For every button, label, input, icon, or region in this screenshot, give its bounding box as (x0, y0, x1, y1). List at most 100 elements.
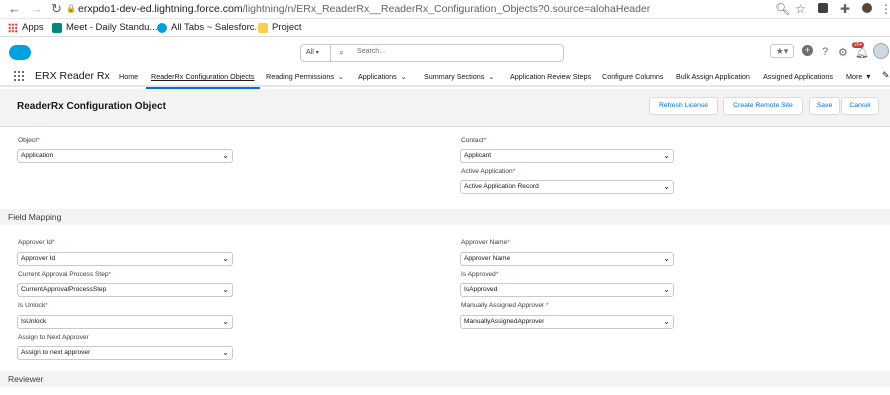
label-text: Approver Name (461, 239, 508, 246)
salesforce-logo-icon[interactable] (9, 45, 31, 60)
is-unlock-label: Is Unlock* (18, 302, 48, 309)
tab-label: Reading Permissions (266, 72, 334, 81)
chevron-down-icon[interactable]: ⌄ (488, 74, 494, 81)
favorites-icon[interactable]: ★▾ (770, 44, 794, 58)
zoom-icon[interactable]: 🔍︎ (775, 2, 790, 16)
chevron-down-icon[interactable]: ⌄ (401, 74, 407, 81)
select-value: Active Application Record (464, 183, 539, 190)
bookmarks-bar: Apps Meet - Daily Standu... All Tabs ~ S… (0, 19, 890, 37)
caret-down-icon: ▾ (866, 72, 871, 81)
url-path: /lightning/n/ERx_ReaderRx__ReaderRx_Conf… (242, 3, 651, 15)
bookmark-label: Apps (22, 22, 44, 33)
contact-select[interactable]: Applicant ⌄ (460, 149, 674, 163)
is-approved-select[interactable]: IsApproved ⌄ (460, 283, 674, 297)
label-text: Assign to Next Approver (18, 334, 89, 341)
tab-readerrx-configuration-objects[interactable]: ReaderRx Configuration Objects (151, 72, 254, 81)
chevron-down-icon: ⌄ (222, 348, 229, 357)
assign-next-approver-select[interactable]: Assign to next approver ⌄ (17, 346, 233, 360)
assign-next-approver-label: Assign to Next Approver (18, 334, 89, 341)
current-approval-step-select[interactable]: CurrentApprovalProcessStep ⌄ (17, 283, 233, 297)
salesforce-icon (157, 22, 167, 33)
tab-summary-sections[interactable]: Summary Sections ⌄ (424, 72, 494, 81)
select-value: Approver Id (21, 255, 56, 262)
label-text: Active Application (461, 168, 513, 175)
tab-configure-columns[interactable]: Configure Columns (602, 72, 664, 81)
tab-home[interactable]: Home (119, 72, 138, 81)
object-select[interactable]: Application ⌄ (17, 149, 233, 163)
browser-address-bar: ← → ↻ 🔒 erxpdo1-dev-ed.lightning.force.c… (0, 0, 890, 19)
cancel-button[interactable]: Cancel (841, 97, 879, 115)
section-title: Reviewer (8, 374, 44, 384)
active-application-label: Active Application* (461, 168, 516, 175)
approver-id-select[interactable]: Approver Id ⌄ (17, 252, 233, 266)
label-text: Is Unlock (18, 302, 46, 309)
menu-icon[interactable]: ⋮ (880, 2, 890, 16)
help-icon[interactable]: ? (822, 46, 828, 58)
forward-icon[interactable]: → (30, 1, 43, 16)
select-value: Approver Name (464, 255, 511, 262)
notification-badge: 20+ (852, 42, 865, 48)
profile-avatar-icon[interactable] (862, 3, 872, 13)
tab-reading-permissions[interactable]: Reading Permissions ⌄ (266, 72, 344, 81)
reviewer-section-header: Reviewer (0, 371, 890, 387)
apps-grid-icon (8, 22, 18, 33)
chevron-down-icon: ⌄ (222, 285, 229, 294)
tab-assigned-applications[interactable]: Assigned Applications (763, 72, 833, 81)
tab-applications[interactable]: Applications ⌄ (358, 72, 407, 81)
tab-bulk-assign-application[interactable]: Bulk Assign Application (676, 72, 750, 81)
chevron-down-icon: ⌄ (663, 254, 670, 263)
label-text: Object (18, 137, 38, 144)
label-text: Is Approved (461, 271, 496, 278)
bookmark-label: All Tabs ~ Salesforc... (171, 22, 263, 33)
search-scope-select[interactable]: All ▾ (301, 45, 331, 61)
select-value: Assign to next approver (21, 349, 91, 356)
create-remote-site-button[interactable]: Create Remote Site (723, 97, 803, 115)
app-launcher-icon[interactable] (13, 70, 24, 81)
gear-icon[interactable]: ⚙ (838, 46, 848, 59)
global-search[interactable]: All ▾ ⌕ Search... (300, 44, 564, 62)
chevron-down-icon: ⌄ (222, 254, 229, 263)
manually-assigned-approver-select[interactable]: ManuallyAssignedApprover ⌄ (460, 315, 674, 329)
chevron-down-icon: ⌄ (663, 317, 670, 326)
chevron-down-icon: ⌄ (663, 285, 670, 294)
field-mapping-section-header: Field Mapping (0, 209, 890, 225)
page-header: ReaderRx Configuration Object Refresh Li… (0, 89, 890, 127)
page-title: ReaderRx Configuration Object (17, 101, 166, 112)
search-input[interactable]: Search... (357, 48, 385, 55)
puzzle-icon[interactable]: ✚ (840, 2, 850, 16)
bookmark-all-tabs[interactable]: All Tabs ~ Salesforc... (157, 22, 262, 33)
bookmark-meet[interactable]: Meet - Daily Standu... (52, 22, 157, 33)
tab-application-review-steps[interactable]: Application Review Steps (510, 72, 591, 81)
approver-name-label: Approver Name* (461, 239, 510, 246)
approver-name-select[interactable]: Approver Name ⌄ (460, 252, 674, 266)
select-value: Applicant (464, 152, 492, 159)
app-name: ERX Reader Rx (35, 70, 110, 82)
select-value: IsApproved (464, 286, 498, 293)
chevron-down-icon: ⌄ (222, 151, 229, 160)
tab-more[interactable]: More ▾ (846, 72, 870, 81)
back-icon[interactable]: ← (8, 1, 21, 16)
refresh-license-button[interactable]: Refresh License (649, 97, 718, 115)
is-unlock-select[interactable]: IsUnlock ⌄ (17, 315, 233, 329)
select-value: Application (21, 152, 54, 159)
add-icon[interactable]: + (802, 45, 813, 56)
bookmark-apps[interactable]: Apps (8, 22, 44, 33)
select-value: IsUnlock (21, 318, 47, 325)
url-field[interactable]: erxpdo1-dev-ed.lightning.force.com/light… (78, 3, 650, 15)
chevron-down-icon[interactable]: ⌄ (338, 74, 344, 81)
select-value: CurrentApprovalProcessStep (21, 286, 107, 293)
star-icon[interactable]: ☆ (795, 2, 806, 16)
tab-label: More (846, 72, 863, 81)
folder-icon (258, 22, 268, 33)
edit-nav-icon[interactable]: ✎ (882, 70, 890, 81)
save-button[interactable]: Save (809, 97, 840, 115)
current-approval-step-label: Current Approval Process Step* (18, 271, 112, 278)
app-navigation: ERX Reader Rx Home ReaderRx Configuratio… (0, 67, 890, 87)
user-avatar[interactable] (873, 43, 889, 59)
bookmark-project[interactable]: Project (258, 22, 302, 33)
reload-icon[interactable]: ↻ (51, 1, 62, 17)
extension-icon[interactable] (818, 3, 828, 13)
lock-icon: 🔒 (66, 4, 76, 13)
object-label: Object* (18, 137, 40, 144)
active-application-select[interactable]: Active Application Record ⌄ (460, 180, 674, 194)
